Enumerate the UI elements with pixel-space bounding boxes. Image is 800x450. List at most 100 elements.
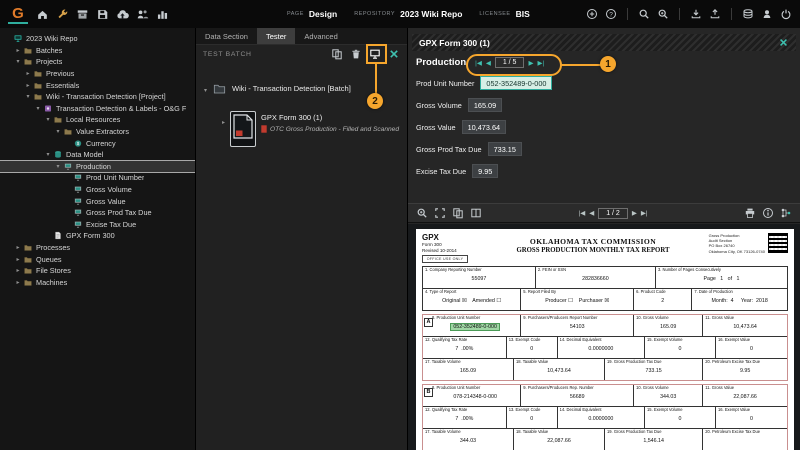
add-circle-icon[interactable] xyxy=(586,8,598,20)
tab-advanced[interactable]: Advanced xyxy=(295,28,346,44)
expand-arrow[interactable]: ▾ xyxy=(44,116,52,123)
wrench-icon[interactable] xyxy=(56,8,69,21)
folder-icon xyxy=(23,255,33,264)
expand-arrow[interactable]: ▸ xyxy=(24,70,32,77)
form-cell-label: 8. Production Unit Number xyxy=(432,316,518,321)
fit-icon[interactable] xyxy=(434,207,446,219)
power-icon[interactable] xyxy=(780,8,792,20)
form-cell-value: 0 xyxy=(718,416,785,422)
trash-icon[interactable] xyxy=(350,48,362,60)
form-subtitle: GROSS PRODUCTION MONTHLY TAX REPORT xyxy=(488,247,698,254)
form-cell: 11. Gross Value10,473.64 xyxy=(703,315,787,336)
expand-arrow[interactable]: ▾ xyxy=(14,58,22,65)
expand-arrow[interactable]: ▸ xyxy=(14,267,22,274)
expand-arrow[interactable]: ▾ xyxy=(34,105,42,112)
close-icon[interactable] xyxy=(778,37,789,48)
tree-view-icon[interactable] xyxy=(780,207,792,219)
user-icon[interactable] xyxy=(761,8,773,20)
form-cell-value: 0 xyxy=(647,346,713,352)
expand-arrow[interactable]: ▾ xyxy=(54,128,62,135)
layers-icon[interactable] xyxy=(742,8,754,20)
field-value[interactable]: 165.09 xyxy=(468,98,502,112)
field-value[interactable]: 733.15 xyxy=(488,142,522,156)
field-value[interactable]: 10,473.64 xyxy=(462,120,506,134)
form-address: Gross ProductionAudit SectionPO Box 2674… xyxy=(709,233,765,263)
pages-icon[interactable] xyxy=(331,48,343,60)
repository-value[interactable]: 2023 Wiki Repo xyxy=(400,9,462,19)
licensee-value: BIS xyxy=(516,9,530,19)
close-icon[interactable] xyxy=(388,48,400,60)
tree-item-file-stores[interactable]: ▸File Stores xyxy=(0,265,195,277)
archive-icon[interactable] xyxy=(76,8,89,21)
form-cell: 11. Gross Value22,087.66 xyxy=(703,385,787,406)
next-page-button[interactable]: ▶ xyxy=(632,209,637,217)
tree-item-previous[interactable]: ▸Previous xyxy=(0,68,195,80)
tree-item-data-model[interactable]: ▾Data Model xyxy=(0,149,195,161)
home-icon[interactable] xyxy=(36,8,49,21)
expand-arrow[interactable] xyxy=(204,79,207,97)
tree-item-value-extractors[interactable]: ▾Value Extractors xyxy=(0,126,195,138)
expand-arrow[interactable]: ▾ xyxy=(44,151,52,158)
tree-item-2023-wiki-repo[interactable]: 2023 Wiki Repo xyxy=(0,33,195,45)
expand-arrow[interactable]: ▸ xyxy=(14,279,22,286)
tree-item-transaction-detection-labels-o-g-f[interactable]: ▾Transaction Detection & Labels - O&G F xyxy=(0,103,195,115)
tree-item-projects[interactable]: ▾Projects xyxy=(0,56,195,68)
expand-arrow[interactable]: ▸ xyxy=(14,244,22,251)
tree-item-local-resources[interactable]: ▾Local Resources xyxy=(0,114,195,126)
tree-item-essentials[interactable]: ▸Essentials xyxy=(0,79,195,91)
split-view-icon[interactable] xyxy=(470,207,482,219)
tree-item-wiki-transaction-detection-project[interactable]: ▾Wiki - Transaction Detection [Project] xyxy=(0,91,195,103)
expand-arrow[interactable] xyxy=(222,111,225,129)
form-cell: 10. Gross Volume344.03 xyxy=(634,385,703,406)
download-icon[interactable] xyxy=(690,8,702,20)
zoom-in-icon[interactable] xyxy=(416,207,428,219)
search-icon[interactable] xyxy=(638,8,650,20)
batch-document-item[interactable]: GPX Form 300 (1) OTC Gross Production - … xyxy=(222,111,401,147)
upload-icon[interactable] xyxy=(709,8,721,20)
info-icon[interactable] xyxy=(762,207,774,219)
users-icon[interactable] xyxy=(136,8,149,21)
field-row-gross-value: Gross Value10,473.64 xyxy=(416,120,794,134)
expand-arrow[interactable]: ▾ xyxy=(24,93,32,100)
tree-item-gpx-form-300[interactable]: GPX Form 300 xyxy=(0,230,195,242)
form-cell-label: 11. Gross Value xyxy=(705,316,785,321)
first-page-button[interactable]: |◀ xyxy=(579,209,586,217)
expand-arrow[interactable]: ▸ xyxy=(14,47,22,54)
page-value[interactable]: Design xyxy=(309,9,337,19)
help-circle-icon[interactable]: ? xyxy=(605,8,617,20)
tree-item-gross-prod-tax-due[interactable]: Gross Prod Tax Due xyxy=(0,207,195,219)
tab-tester[interactable]: Tester xyxy=(257,28,295,44)
tree-item-gross-volume[interactable]: Gross Volume xyxy=(0,184,195,196)
zoom-icon[interactable] xyxy=(657,8,669,20)
tree-item-machines[interactable]: ▸Machines xyxy=(0,276,195,288)
expand-arrow[interactable]: ▾ xyxy=(54,163,62,170)
tab-data-section[interactable]: Data Section xyxy=(196,28,257,44)
expand-arrow[interactable]: ▸ xyxy=(14,256,22,263)
last-page-button[interactable]: ▶| xyxy=(641,209,648,217)
form-cell-label: 19. Gross Production Tax Due xyxy=(607,360,700,365)
print-icon[interactable] xyxy=(744,207,756,219)
save-icon[interactable] xyxy=(96,8,109,21)
app-logo[interactable]: G xyxy=(8,4,28,24)
form-cell-label: 2. FEIN or SSN xyxy=(538,268,653,273)
form-cell: 14. Decimal Equivalent0.0000000 xyxy=(558,337,645,358)
tree-item-gross-value[interactable]: Gross Value xyxy=(0,195,195,207)
field-value[interactable]: 9.95 xyxy=(472,164,498,178)
tree-item-currency[interactable]: $Currency xyxy=(0,137,195,149)
expand-arrow[interactable]: ▸ xyxy=(24,82,32,89)
viewer-canvas[interactable]: GPX Form 300 Revised 10-2014 OFFICE USE … xyxy=(408,224,800,450)
tree-item-processes[interactable]: ▸Processes xyxy=(0,242,195,254)
form-cell: 6. Product Code2 xyxy=(634,289,692,310)
form-cell: 10. Gross Volume165.09 xyxy=(634,315,703,336)
cloud-upload-icon[interactable] xyxy=(116,8,129,21)
tree-item-production[interactable]: ▾Production xyxy=(0,161,195,173)
pages-icon[interactable] xyxy=(452,207,464,219)
tree-item-batches[interactable]: ▸Batches xyxy=(0,45,195,57)
data-panel: GPX Form 300 (1) Production |◀ ◀ 1 / 5 ▶… xyxy=(408,28,800,450)
chart-icon[interactable] xyxy=(156,8,169,21)
tree-item-queues[interactable]: ▸Queues xyxy=(0,253,195,265)
prev-page-button[interactable]: ◀ xyxy=(589,209,594,217)
field-value[interactable]: 052-352489-0-000 xyxy=(480,76,552,90)
tree-item-prod-unit-number[interactable]: Prod Unit Number xyxy=(0,172,195,184)
tree-item-excise-tax-due[interactable]: Excise Tax Due xyxy=(0,219,195,231)
